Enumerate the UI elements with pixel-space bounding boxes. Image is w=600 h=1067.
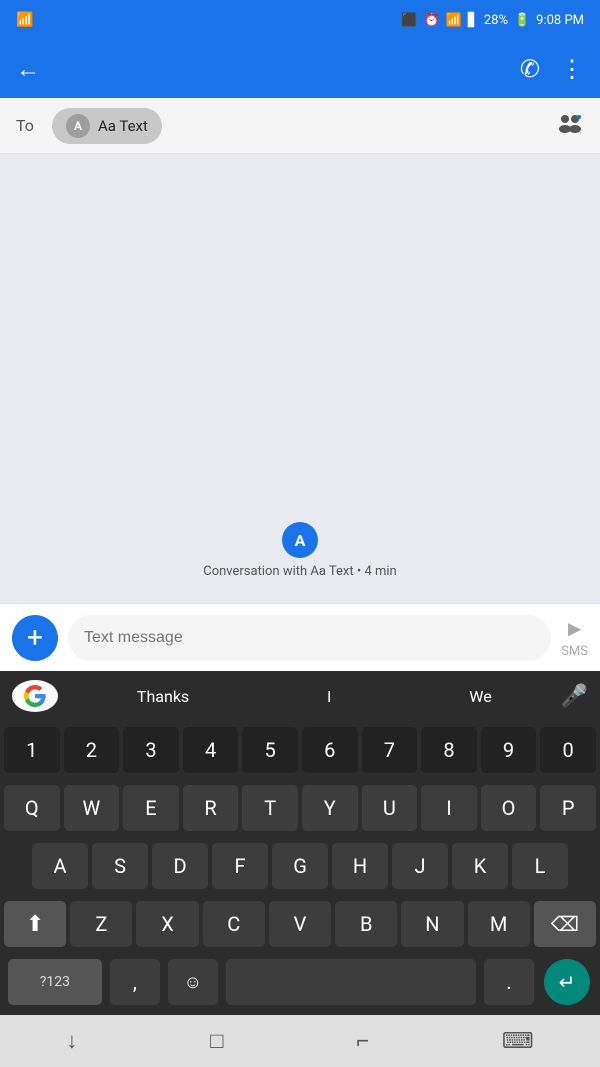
key-f[interactable]: F: [212, 843, 268, 889]
battery-text: 28%: [484, 13, 508, 28]
app-bar: ← ✆ ⋮: [0, 40, 600, 98]
keyboard-zxcv-row: ⬆ Z X C V B N M ⌫: [0, 895, 600, 953]
keyboard-bottom-row: ?123 , ☺ _ . ↵: [0, 953, 600, 1011]
nav-back-button[interactable]: ↓: [66, 1028, 77, 1054]
status-right: ⬛ ⏰ 📶 ▋ 28% 🔋 9:08 PM: [401, 13, 584, 28]
conversation-info: A Conversation with Aa Text • 4 min: [203, 522, 397, 579]
google-logo: [12, 680, 58, 712]
key-0[interactable]: 0: [540, 727, 596, 773]
message-input[interactable]: [84, 629, 535, 647]
keyboard-asdf-row: A S D F G H J K L: [0, 837, 600, 895]
to-label: To: [16, 116, 40, 135]
key-y[interactable]: Y: [302, 785, 358, 831]
nav-keyboard-button[interactable]: ⌨: [502, 1029, 534, 1054]
status-bar: 📶 ⬛ ⏰ 📶 ▋ 28% 🔋 9:08 PM: [0, 0, 600, 40]
nav-recents-button[interactable]: ⌐: [356, 1028, 369, 1054]
key-b[interactable]: B: [335, 901, 397, 947]
key-comma[interactable]: ,: [110, 959, 160, 1005]
back-button[interactable]: ←: [16, 55, 40, 84]
key-period[interactable]: .: [484, 959, 534, 1005]
nav-bar: ↓ □ ⌐ ⌨: [0, 1015, 600, 1067]
key-g[interactable]: G: [272, 843, 328, 889]
add-attachment-button[interactable]: +: [12, 615, 58, 661]
message-area: A Conversation with Aa Text • 4 min: [0, 154, 600, 603]
key-d[interactable]: D: [152, 843, 208, 889]
nav-home-button[interactable]: □: [210, 1028, 223, 1054]
battery-icon: 🔋: [514, 13, 530, 28]
enter-key[interactable]: ↵: [544, 959, 590, 1005]
key-6[interactable]: 6: [302, 727, 358, 773]
key-u[interactable]: U: [362, 785, 418, 831]
key-num-switch[interactable]: ?123: [8, 959, 102, 1005]
key-z[interactable]: Z: [70, 901, 132, 947]
key-r[interactable]: R: [183, 785, 239, 831]
input-bar: + ► SMS: [0, 603, 600, 671]
key-n[interactable]: N: [401, 901, 463, 947]
key-8[interactable]: 8: [421, 727, 477, 773]
send-label: SMS: [561, 644, 588, 659]
key-w[interactable]: W: [64, 785, 120, 831]
key-v[interactable]: V: [269, 901, 331, 947]
suggestion-i[interactable]: I: [327, 687, 331, 706]
wifi-icon: 📶: [446, 13, 462, 28]
key-m[interactable]: M: [468, 901, 530, 947]
plus-icon: +: [27, 621, 43, 654]
spacebar-key[interactable]: _: [226, 959, 476, 1005]
enter-icon: ↵: [559, 970, 576, 994]
key-l[interactable]: L: [512, 843, 568, 889]
suggestion-we[interactable]: We: [469, 687, 491, 706]
key-q[interactable]: Q: [4, 785, 60, 831]
time-display: 9:08 PM: [536, 13, 584, 28]
key-1[interactable]: 1: [4, 727, 60, 773]
backspace-key[interactable]: ⌫: [534, 901, 596, 947]
key-9[interactable]: 9: [481, 727, 537, 773]
keyboard-suggestions-row: Thanks I We 🎤: [0, 671, 600, 721]
to-field: To A Aa Text: [0, 98, 600, 154]
key-h[interactable]: H: [332, 843, 388, 889]
chip-name: Aa Text: [98, 117, 148, 135]
key-o[interactable]: O: [481, 785, 537, 831]
key-e[interactable]: E: [123, 785, 179, 831]
key-i[interactable]: I: [421, 785, 477, 831]
key-a[interactable]: A: [32, 843, 88, 889]
signal-icon: ▋: [468, 13, 478, 28]
send-button[interactable]: ► SMS: [561, 616, 588, 659]
suggestions-words: Thanks I We: [68, 687, 561, 706]
recipient-chip[interactable]: A Aa Text: [52, 108, 162, 144]
app-bar-left: ←: [16, 55, 40, 84]
key-c[interactable]: C: [203, 901, 265, 947]
key-k[interactable]: K: [452, 843, 508, 889]
key-j[interactable]: J: [392, 843, 448, 889]
key-7[interactable]: 7: [362, 727, 418, 773]
suggestion-thanks[interactable]: Thanks: [137, 687, 189, 706]
key-x[interactable]: X: [136, 901, 198, 947]
key-s[interactable]: S: [92, 843, 148, 889]
key-emoji[interactable]: ☺: [168, 959, 218, 1005]
key-p[interactable]: P: [540, 785, 596, 831]
status-left: 📶: [16, 12, 33, 28]
chip-avatar: A: [66, 114, 90, 138]
cast-icon: ⬛: [401, 13, 417, 28]
keyboard-number-row: 1 2 3 4 5 6 7 8 9 0: [0, 721, 600, 779]
shift-key[interactable]: ⬆: [4, 901, 66, 947]
more-options-button[interactable]: ⋮: [560, 55, 584, 83]
key-2[interactable]: 2: [64, 727, 120, 773]
key-5[interactable]: 5: [242, 727, 298, 773]
send-icon: ►: [564, 616, 586, 642]
app-bar-right: ✆ ⋮: [520, 55, 584, 83]
key-4[interactable]: 4: [183, 727, 239, 773]
microphone-icon[interactable]: 🎤: [561, 684, 588, 709]
phone-button[interactable]: ✆: [520, 55, 540, 83]
conversation-label: Conversation with Aa Text • 4 min: [203, 564, 397, 579]
wifi-calling-icon: 📶: [16, 12, 33, 28]
alarm-icon: ⏰: [423, 13, 439, 28]
add-group-button[interactable]: [556, 109, 584, 143]
key-3[interactable]: 3: [123, 727, 179, 773]
keyboard-qwerty-row: Q W E R T Y U I O P: [0, 779, 600, 837]
keyboard: Thanks I We 🎤 1 2 3 4 5 6 7 8 9 0 Q W E …: [0, 671, 600, 1015]
conversation-avatar: A: [282, 522, 318, 558]
key-t[interactable]: T: [242, 785, 298, 831]
message-input-wrap[interactable]: [68, 615, 551, 661]
